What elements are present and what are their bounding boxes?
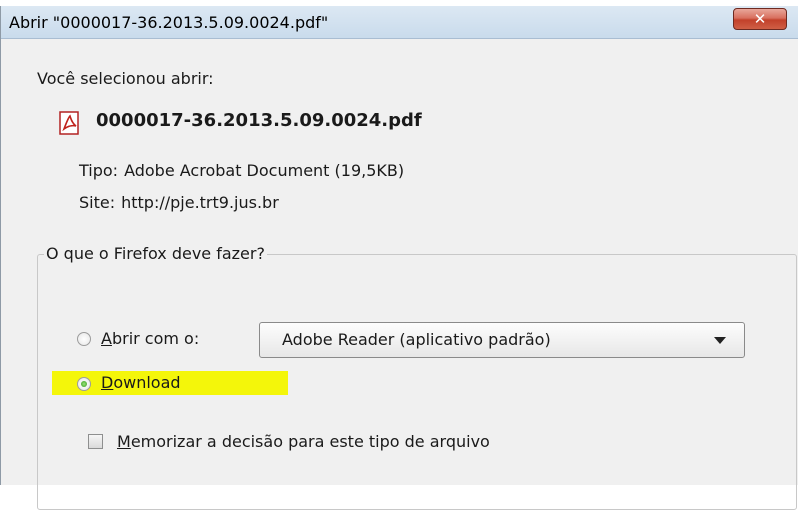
title-bar: Abrir "0000017-36.2013.5.09.0024.pdf" ✕ xyxy=(1,6,798,39)
dialog-body: Você selecionou abrir: 0000017-36.2013.5… xyxy=(1,39,798,510)
pdf-file-icon xyxy=(59,111,79,135)
file-type-value: Adobe Acrobat Document (19,5KB) xyxy=(124,161,405,180)
open-with-radio[interactable] xyxy=(77,332,91,346)
remember-label-text: emorizar a decisão para este tipo de arq… xyxy=(130,432,490,451)
file-site-value: http://pje.trt9.jus.br xyxy=(121,193,279,212)
close-icon: ✕ xyxy=(753,10,767,28)
remember-label[interactable]: Memorizar a decisão para este tipo de ar… xyxy=(117,432,490,451)
download-label-text: ownload xyxy=(113,373,181,392)
file-site-key: Site: xyxy=(79,193,116,212)
remember-mnemonic: M xyxy=(117,432,131,451)
open-file-dialog: Abrir "0000017-36.2013.5.09.0024.pdf" ✕ … xyxy=(0,6,798,510)
file-type-key: Tipo: xyxy=(79,161,119,180)
open-with-label[interactable]: Abrir com o: xyxy=(101,329,199,348)
selected-label: Você selecionou abrir: xyxy=(37,69,214,88)
download-radio[interactable] xyxy=(77,377,91,391)
file-name: 0000017-36.2013.5.09.0024.pdf xyxy=(96,110,422,131)
radio-selected-dot xyxy=(81,381,87,387)
action-group-legend: O que o Firefox deve fazer? xyxy=(44,244,267,263)
dialog-title: Abrir "0000017-36.2013.5.09.0024.pdf" xyxy=(9,13,329,32)
remember-checkbox[interactable] xyxy=(88,434,103,449)
close-button[interactable]: ✕ xyxy=(733,8,787,30)
app-select[interactable]: Adobe Reader (aplicativo padrão) xyxy=(259,322,745,358)
file-type-row: Tipo: Adobe Acrobat Document (19,5KB) xyxy=(79,161,404,180)
download-mnemonic: D xyxy=(101,373,114,392)
download-label[interactable]: Download xyxy=(101,373,181,392)
file-site-row: Site: http://pje.trt9.jus.br xyxy=(79,193,279,212)
chevron-down-icon xyxy=(714,337,726,344)
open-with-label-text: brir com o: xyxy=(111,329,200,348)
app-select-value: Adobe Reader (aplicativo padrão) xyxy=(282,330,551,349)
open-with-mnemonic: A xyxy=(101,329,112,348)
